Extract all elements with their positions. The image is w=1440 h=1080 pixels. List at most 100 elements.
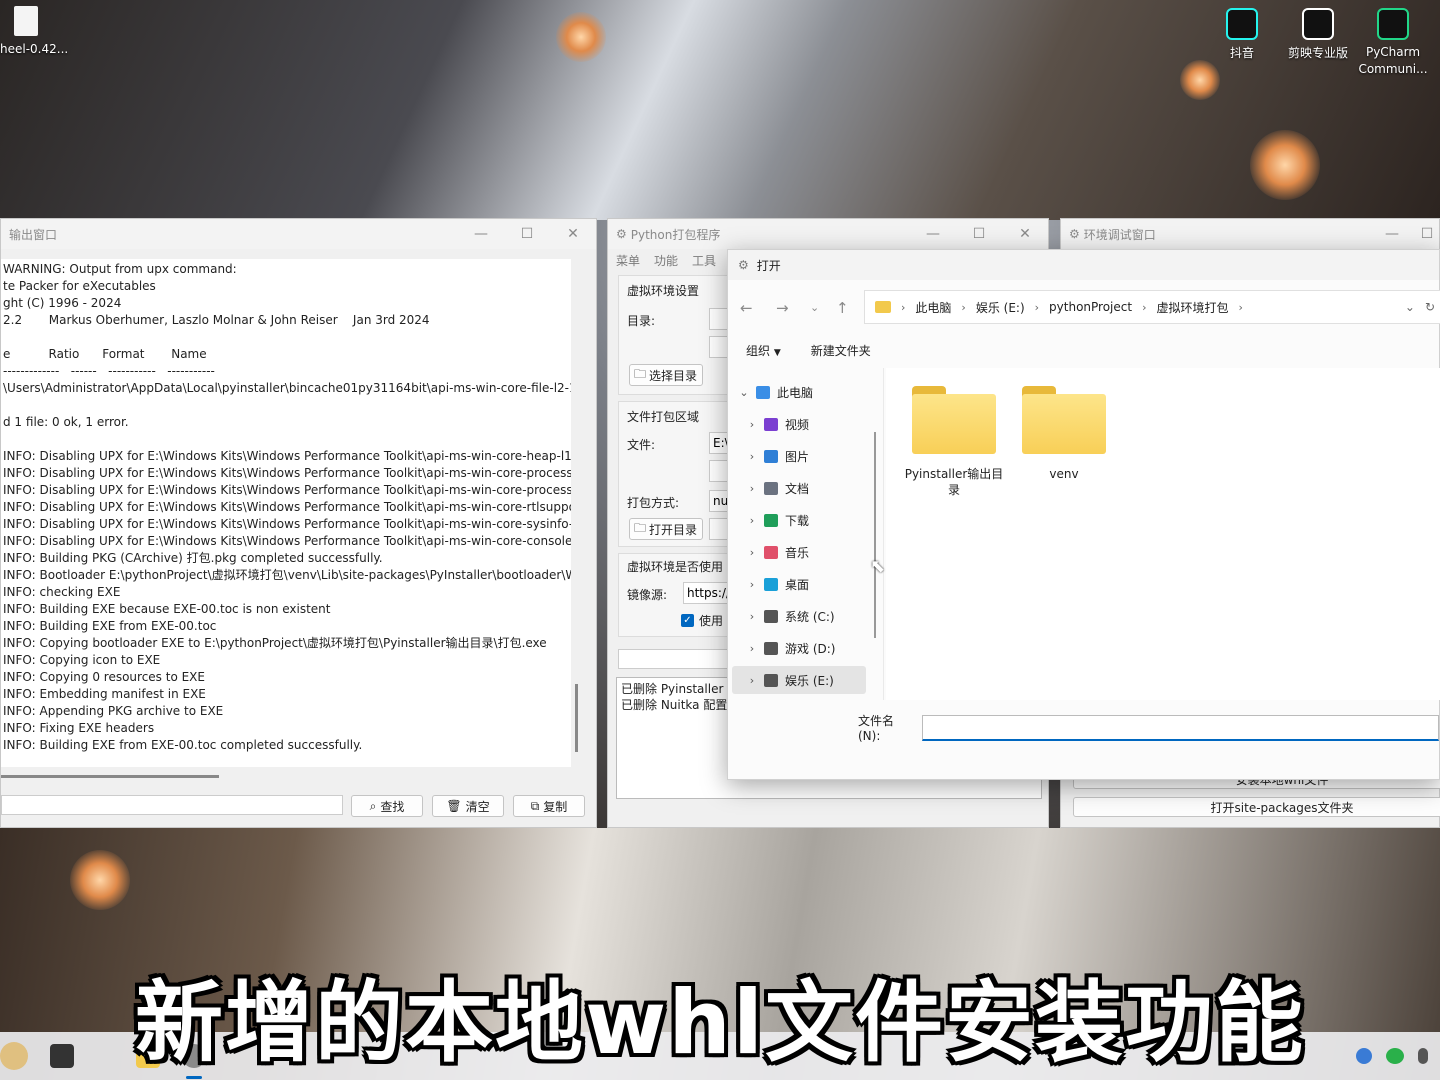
- tree-item[interactable]: › 图片: [732, 442, 866, 470]
- tree-item[interactable]: › 桌面: [732, 570, 866, 598]
- maximize-icon[interactable]: ☐: [1415, 226, 1439, 242]
- up-arrow-icon[interactable]: ↑: [836, 299, 849, 317]
- chevron-right-icon: ›: [961, 300, 966, 314]
- tree-item[interactable]: › 音乐: [732, 538, 866, 566]
- chevron-right-icon[interactable]: ›: [740, 642, 764, 655]
- log-line: INFO: Building EXE from EXE-00.toc: [3, 619, 217, 633]
- folder-item[interactable]: venv: [1014, 386, 1114, 482]
- menu-item[interactable]: 菜单: [616, 252, 640, 269]
- log-line: INFO: checking EXE: [3, 585, 121, 599]
- maximize-icon[interactable]: ☐: [956, 226, 1002, 242]
- tree-item-label: 视频: [785, 417, 810, 432]
- dialog-titlebar[interactable]: ⚙ 打开: [728, 250, 1439, 280]
- log-line: INFO: Disabling UPX for E:\Windows Kits\…: [3, 449, 571, 463]
- log-line: ------------- ------ ----------- -------…: [3, 364, 215, 378]
- log-line: INFO: Copying icon to EXE: [3, 653, 161, 667]
- address-dropdown-icon[interactable]: ⌄: [1405, 300, 1415, 314]
- close-icon[interactable]: ✕: [1002, 226, 1048, 242]
- navigation-row: ← → ⌄ ↑ › 此电脑 › 娱乐 (E:) › pythonProject …: [728, 290, 1440, 326]
- folder-name: venv: [1049, 467, 1079, 481]
- minimize-icon[interactable]: —: [1369, 226, 1415, 242]
- chevron-down-icon[interactable]: ⌄: [810, 301, 819, 314]
- chevron-right-icon[interactable]: ›: [740, 578, 764, 591]
- tree-item-label: 此电脑: [777, 385, 814, 400]
- vertical-scrollbar[interactable]: [575, 684, 578, 752]
- minimize-icon[interactable]: —: [458, 226, 504, 242]
- file-icon: [14, 6, 38, 36]
- open-dir-button[interactable]: 🗀 打开目录: [629, 518, 703, 540]
- copy-button[interactable]: ⧉ 复制: [513, 795, 585, 817]
- desktop-icon-jianying[interactable]: 剪映专业版: [1278, 8, 1358, 61]
- maximize-icon[interactable]: ☐: [504, 226, 550, 242]
- breadcrumb-item[interactable]: 娱乐 (E:): [976, 299, 1025, 316]
- chevron-right-icon[interactable]: ›: [740, 514, 764, 527]
- folder-item[interactable]: Pyinstaller输出目录: [904, 386, 1004, 498]
- address-bar[interactable]: › 此电脑 › 娱乐 (E:) › pythonProject › 虚拟环境打包…: [864, 290, 1440, 324]
- log-line: INFO: Appending PKG archive to EXE: [3, 704, 224, 718]
- tree-item[interactable]: › 系统 (C:): [732, 602, 866, 630]
- trash-icon: 🗑: [446, 799, 462, 813]
- download-icon: [764, 513, 778, 527]
- output-window: 输出窗口 — ☐ ✕ WARNING: Output from upx comm…: [0, 218, 597, 828]
- chevron-right-icon[interactable]: ›: [740, 418, 764, 431]
- computer-icon: [756, 385, 770, 399]
- chevron-down-icon[interactable]: ⌄: [732, 386, 756, 399]
- packager-window-titlebar[interactable]: ⚙ Python打包程序 — ☐ ✕: [608, 219, 1048, 249]
- progress-field: [618, 649, 742, 669]
- folder-icon: [912, 386, 996, 454]
- breadcrumb-item[interactable]: 此电脑: [915, 299, 951, 316]
- tree-item[interactable]: › 下载: [732, 506, 866, 534]
- desktop-icon-pycharm[interactable]: PyCharm Communi...: [1354, 8, 1432, 78]
- log-line: te Packer for eXecutables: [3, 279, 156, 293]
- refresh-icon[interactable]: ↻: [1425, 300, 1435, 314]
- file-view: Pyinstaller输出目录 venv: [886, 368, 1440, 700]
- tree-item[interactable]: › 视频: [732, 410, 866, 438]
- navigation-tree: ⌄ 此电脑 › 视频 › 图片 › 文档 › 下载 › 音乐 › 桌面 › 系统 (C:) › 游戏 (D:) › 娱…: [728, 368, 878, 700]
- search-button[interactable]: ⌕ 查找: [351, 795, 423, 817]
- chevron-right-icon[interactable]: ›: [740, 546, 764, 559]
- tree-item[interactable]: › 游戏 (D:): [732, 634, 866, 662]
- menu-item[interactable]: 工具: [692, 252, 716, 269]
- log-line: INFO: Disabling UPX for E:\Windows Kits\…: [3, 500, 571, 514]
- tree-item[interactable]: › 文档: [732, 474, 866, 502]
- new-folder-button[interactable]: 新建文件夹: [811, 342, 871, 359]
- use-checkbox[interactable]: ✓ 使用: [681, 612, 723, 629]
- desktop-file-label: heel-0.42...: [0, 42, 69, 56]
- minimize-icon[interactable]: —: [910, 226, 956, 242]
- breadcrumb-item[interactable]: pythonProject: [1049, 300, 1132, 314]
- organize-button[interactable]: 组织 ▼: [746, 342, 781, 359]
- env-window-titlebar[interactable]: ⚙ 环境调试窗口 — ☐: [1061, 219, 1439, 249]
- open-site-packages-button[interactable]: 打开site-packages文件夹: [1073, 797, 1440, 817]
- desktop-file[interactable]: heel-0.42...: [0, 0, 80, 60]
- log-line: INFO: Building EXE from EXE-00.toc compl…: [3, 738, 363, 752]
- filename-input[interactable]: [922, 714, 1439, 741]
- pycharm-icon: [1377, 8, 1409, 40]
- menu-item[interactable]: 功能: [654, 252, 678, 269]
- desktop-icon-douyin[interactable]: 抖音: [1202, 8, 1282, 61]
- output-log[interactable]: WARNING: Output from upx command: te Pack…: [1, 259, 571, 767]
- folder-icon: 🗀: [634, 366, 647, 381]
- dialog-title: 打开: [756, 258, 781, 273]
- tree-scrollbar[interactable]: [874, 432, 876, 638]
- choose-dir-button[interactable]: 🗀 选择目录: [629, 364, 703, 386]
- breadcrumb-item[interactable]: 虚拟环境打包: [1157, 299, 1229, 316]
- horizontal-scrollbar[interactable]: [1, 775, 219, 778]
- tree-item-label: 娱乐 (E:): [785, 673, 834, 688]
- chevron-right-icon[interactable]: ›: [740, 450, 764, 463]
- back-arrow-icon[interactable]: ←: [740, 299, 753, 317]
- tree-item-label: 游戏 (D:): [785, 641, 836, 656]
- chevron-right-icon[interactable]: ›: [740, 482, 764, 495]
- close-icon[interactable]: ✕: [550, 226, 596, 242]
- search-input[interactable]: [1, 795, 343, 815]
- clear-button[interactable]: 🗑 清空: [432, 795, 504, 817]
- tree-item[interactable]: › 娱乐 (E:): [732, 666, 866, 694]
- chevron-right-icon[interactable]: ›: [740, 674, 764, 687]
- chevron-right-icon[interactable]: ›: [740, 610, 764, 623]
- folder-icon: 🗀: [634, 520, 647, 535]
- forward-arrow-icon[interactable]: →: [776, 299, 789, 317]
- log-line: INFO: Disabling UPX for E:\Windows Kits\…: [3, 534, 571, 548]
- output-window-titlebar[interactable]: 输出窗口 — ☐ ✕: [1, 219, 596, 249]
- tree-item[interactable]: ⌄ 此电脑: [732, 378, 866, 406]
- wallpaper-light: [1250, 130, 1320, 200]
- log-line: ght (C) 1996 - 2024: [3, 296, 122, 310]
